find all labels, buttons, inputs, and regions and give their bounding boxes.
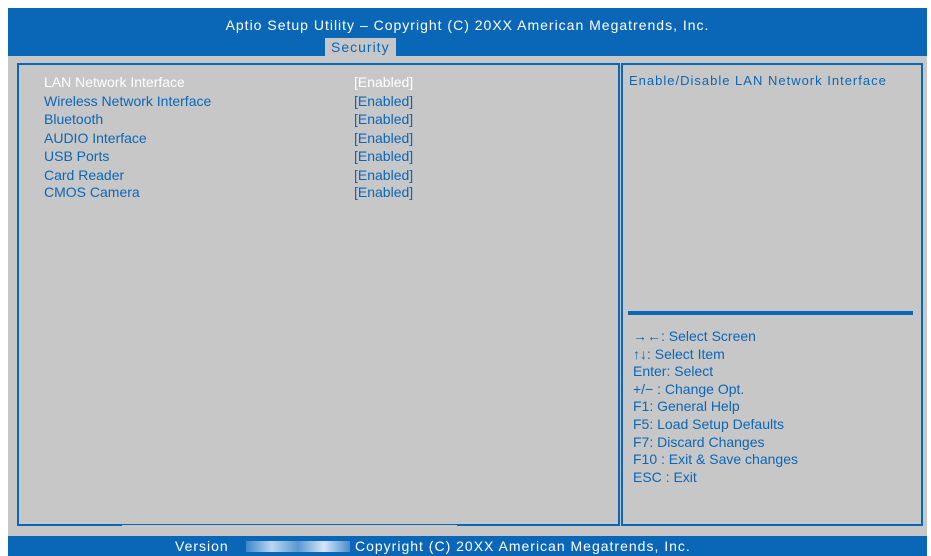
setting-usb-ports[interactable]: USB Ports [Enabled]: [44, 147, 444, 165]
setting-value[interactable]: [Enabled]: [354, 166, 413, 184]
footer-copyright: Copyright (C) 20XX American Megatrends, …: [355, 538, 691, 554]
tab-security[interactable]: Security: [325, 38, 396, 56]
version-label: Version: [175, 538, 229, 554]
title-bar: Aptio Setup Utility – Copyright (C) 20XX…: [8, 8, 927, 56]
key-general-help: F1: General Help: [633, 398, 740, 415]
setting-value[interactable]: [Enabled]: [354, 73, 413, 91]
setting-label: Card Reader: [44, 166, 125, 183]
app-title: Aptio Setup Utility – Copyright (C) 20XX…: [225, 17, 710, 33]
key-legend: →←: Select Screen ↑↓: Select Item Enter:…: [633, 328, 913, 486]
setting-lan-network-interface[interactable]: LAN Network Interface [Enabled]: [44, 73, 444, 91]
key-enter-select: Enter: Select: [633, 363, 714, 380]
help-description: Enable/Disable LAN Network Interface: [629, 73, 887, 88]
setting-value[interactable]: [Enabled]: [354, 147, 413, 165]
key-select-item: ↑↓: Select Item: [633, 345, 725, 362]
help-divider: [628, 311, 913, 315]
setting-label: Wireless Network Interface: [44, 92, 212, 109]
version-number-redacted: [246, 541, 350, 552]
setting-label: USB Ports: [44, 148, 110, 164]
setting-label: Bluetooth: [44, 111, 104, 127]
setting-value[interactable]: [Enabled]: [354, 92, 413, 110]
setting-label: CMOS Camera: [44, 184, 140, 200]
setting-wireless-network-interface[interactable]: Wireless Network Interface [Enabled]: [44, 92, 444, 110]
key-select-screen: →←: Select Screen: [633, 328, 756, 344]
setting-label: LAN Network Interface: [44, 74, 185, 90]
setting-bluetooth[interactable]: Bluetooth [Enabled]: [44, 110, 444, 128]
setting-value[interactable]: [Enabled]: [354, 110, 413, 128]
setting-audio-interface[interactable]: AUDIO Interface [Enabled]: [44, 129, 444, 147]
setting-card-reader[interactable]: Card Reader [Enabled]: [44, 166, 444, 184]
key-change-opt: +/− : Change Opt.: [633, 380, 745, 397]
key-discard-changes: F7: Discard Changes: [633, 433, 765, 450]
setting-label: AUDIO Interface: [44, 129, 147, 146]
setting-value[interactable]: [Enabled]: [354, 183, 413, 201]
setting-cmos-camera[interactable]: CMOS Camera [Enabled]: [44, 183, 444, 201]
footer-bar: Version Copyright (C) 20XX American Mega…: [8, 536, 927, 556]
setting-value[interactable]: [Enabled]: [354, 129, 413, 147]
panel-divider-gap: [122, 525, 457, 528]
key-load-defaults: F5: Load Setup Defaults: [633, 415, 784, 432]
key-exit-save: F10 : Exit & Save changes: [633, 451, 798, 468]
key-exit: ESC : Exit: [633, 468, 697, 485]
